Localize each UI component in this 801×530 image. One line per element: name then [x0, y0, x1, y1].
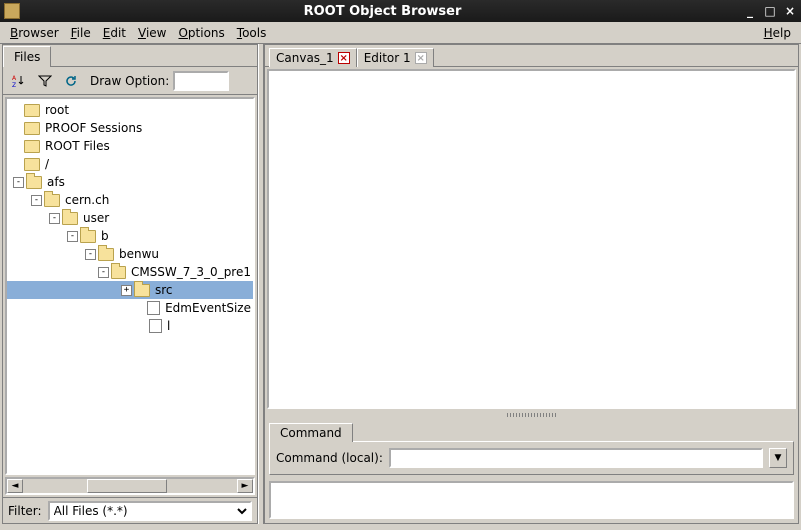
tab-command[interactable]: Command: [269, 423, 353, 442]
tab-editor[interactable]: Editor 1 ×: [357, 48, 434, 67]
command-input[interactable]: [389, 448, 763, 468]
filter-select[interactable]: All Files (*.*): [48, 501, 252, 521]
filter-icon[interactable]: [34, 70, 56, 92]
draw-option-label: Draw Option:: [90, 74, 169, 88]
menu-tools[interactable]: Tools: [231, 24, 273, 42]
filter-label: Filter:: [8, 504, 42, 518]
left-panel: Files AZ Draw Option: root PROOF Session…: [2, 44, 258, 524]
command-section: Command Command (local): ▼: [265, 419, 798, 477]
refresh-icon[interactable]: [60, 70, 82, 92]
filter-row: Filter: All Files (*.*): [3, 497, 257, 523]
file-icon: [149, 319, 162, 333]
menu-file[interactable]: File: [65, 24, 97, 42]
collapse-icon[interactable]: -: [31, 195, 42, 206]
tree-node-cernch[interactable]: -cern.ch: [7, 191, 253, 209]
menu-browser[interactable]: Browser: [4, 24, 65, 42]
menu-edit[interactable]: Edit: [97, 24, 132, 42]
left-toolbar: AZ Draw Option:: [3, 67, 257, 95]
tab-label: Canvas_1: [276, 51, 334, 65]
tab-files[interactable]: Files: [3, 46, 51, 67]
command-label: Command (local):: [276, 451, 383, 465]
menu-view[interactable]: View: [132, 24, 172, 42]
main-area: Files AZ Draw Option: root PROOF Session…: [0, 44, 801, 526]
sort-icon[interactable]: AZ: [8, 70, 30, 92]
horizontal-splitter[interactable]: [265, 411, 798, 419]
menu-help[interactable]: Help: [758, 24, 797, 42]
tree-node-edm[interactable]: EdmEventSize: [7, 299, 253, 317]
collapse-icon[interactable]: -: [13, 177, 24, 188]
tree-node-b[interactable]: -b: [7, 227, 253, 245]
tree-node-user[interactable]: -user: [7, 209, 253, 227]
close-button[interactable]: ×: [781, 3, 799, 19]
titlebar: ROOT Object Browser _ □ ×: [0, 0, 801, 22]
collapse-icon[interactable]: -: [85, 249, 96, 260]
tree-node-root[interactable]: root: [7, 101, 253, 119]
output-area[interactable]: [269, 481, 794, 519]
tree-hscrollbar[interactable]: ◄ ►: [5, 477, 255, 495]
scroll-left-icon[interactable]: ◄: [7, 479, 23, 493]
svg-text:Z: Z: [12, 82, 16, 88]
collapse-icon[interactable]: -: [98, 267, 109, 278]
minimize-button[interactable]: _: [741, 3, 759, 19]
file-tree[interactable]: root PROOF Sessions ROOT Files / -afs -c…: [5, 97, 255, 475]
canvas-area[interactable]: [267, 69, 796, 409]
collapse-icon[interactable]: -: [67, 231, 78, 242]
left-tab-row: Files: [3, 45, 257, 67]
window-title: ROOT Object Browser: [24, 4, 741, 19]
collapse-icon[interactable]: -: [49, 213, 60, 224]
tree-node-src[interactable]: +src: [7, 281, 253, 299]
right-tab-row: Canvas_1 × Editor 1 ×: [265, 45, 798, 67]
tab-label: Editor 1: [364, 51, 411, 65]
tab-canvas[interactable]: Canvas_1 ×: [269, 48, 357, 67]
scroll-right-icon[interactable]: ►: [237, 479, 253, 493]
scroll-thumb[interactable]: [87, 479, 167, 493]
tree-node-proof[interactable]: PROOF Sessions: [7, 119, 253, 137]
close-tab-icon[interactable]: ×: [415, 52, 427, 64]
app-icon: [4, 3, 20, 19]
menu-options[interactable]: Options: [172, 24, 230, 42]
tree-node-afs[interactable]: -afs: [7, 173, 253, 191]
expand-icon[interactable]: +: [121, 285, 132, 296]
maximize-button[interactable]: □: [761, 3, 779, 19]
right-panel: Canvas_1 × Editor 1 × Command Command (l…: [264, 44, 799, 524]
svg-text:A: A: [12, 75, 17, 82]
tree-node-benwu[interactable]: -benwu: [7, 245, 253, 263]
tree-node-rootfiles[interactable]: ROOT Files: [7, 137, 253, 155]
tree-node-l[interactable]: l: [7, 317, 253, 335]
tree-node-slash[interactable]: /: [7, 155, 253, 173]
draw-option-input[interactable]: [173, 71, 229, 91]
tree-node-cmssw[interactable]: -CMSSW_7_3_0_pre1: [7, 263, 253, 281]
menu-bar: Browser File Edit View Options Tools Hel…: [0, 22, 801, 44]
command-history-dropdown[interactable]: ▼: [769, 448, 787, 468]
close-tab-icon[interactable]: ×: [338, 52, 350, 64]
file-icon: [147, 301, 160, 315]
